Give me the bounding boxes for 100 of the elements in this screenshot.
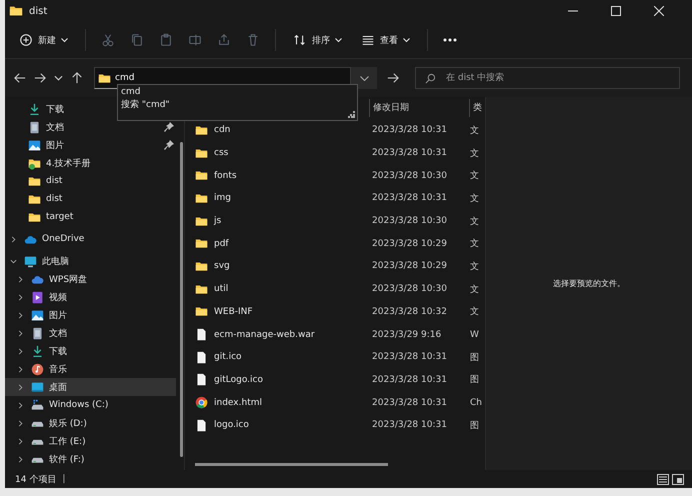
sidebar-item[interactable]: dist: [46, 176, 62, 186]
chevron-icon[interactable]: [17, 366, 24, 372]
go-arrow-icon[interactable]: [387, 72, 399, 84]
tree-item[interactable]: 图片: [49, 308, 67, 322]
chevron-icon[interactable]: [17, 420, 24, 426]
folder-icon: [28, 174, 41, 188]
table-cell-text: 2023/3/28 10:31: [372, 148, 448, 158]
file-name[interactable]: fonts: [214, 170, 237, 181]
file-name[interactable]: git.ico: [214, 352, 242, 362]
table-cell-text: 2023/3/28 10:30: [372, 170, 448, 181]
toolbar-button[interactable]: 排序: [291, 30, 344, 50]
table-cell-text: 图: [470, 352, 480, 364]
folder-icon: [9, 4, 23, 18]
toolbar-button[interactable]: 查看: [359, 30, 412, 50]
tree-item[interactable]: 娱乐 (D:): [49, 416, 87, 430]
table-cell-text: 文: [470, 124, 480, 137]
forward-icon[interactable]: [34, 72, 46, 84]
suggestion-item[interactable]: 搜索 "cmd": [121, 99, 354, 112]
chevron-icon[interactable]: [17, 348, 24, 354]
chevron-icon[interactable]: [17, 438, 24, 444]
file-name[interactable]: logo.ico: [214, 420, 249, 430]
details-view-icon[interactable]: [657, 474, 669, 484]
history-dropdown-button[interactable]: [351, 67, 377, 89]
chevron-icon[interactable]: [17, 312, 24, 318]
folder-icon: [195, 282, 208, 296]
sidebar-item[interactable]: 下载: [46, 102, 64, 116]
chevron-icon[interactable]: [10, 258, 17, 264]
sidebar-item[interactable]: 文档: [46, 120, 64, 134]
download-icon: [31, 344, 44, 358]
folder-icon: [195, 192, 208, 205]
tree-item[interactable]: 文档: [49, 326, 67, 340]
file-name[interactable]: gitLogo.ico: [214, 374, 263, 385]
file-name[interactable]: cdn: [214, 125, 230, 136]
sidebar-item[interactable]: 图片: [46, 138, 64, 152]
chevron-down-icon[interactable]: [54, 75, 63, 81]
file-name[interactable]: index.html: [214, 398, 262, 408]
chevron-icon[interactable]: [10, 236, 17, 242]
tree-item[interactable]: 下载: [49, 344, 67, 358]
column-header[interactable]: 修改日期: [368, 99, 470, 117]
tree-item[interactable]: 软件 (F:): [49, 452, 84, 466]
folder-check-icon: [28, 156, 41, 170]
status-separator: |: [62, 474, 66, 484]
file-name[interactable]: WEB-INF: [214, 306, 253, 317]
search-field[interactable]: 在 dist 中搜索: [415, 67, 680, 89]
file-name[interactable]: pdf: [214, 238, 229, 249]
close-icon[interactable]: [654, 6, 664, 16]
tree-item[interactable]: WPS网盘: [49, 272, 88, 286]
search-icon: [425, 73, 436, 84]
caret-icon: [403, 38, 410, 42]
chevron-icon[interactable]: [17, 330, 24, 336]
sidebar-item[interactable]: 4.技术手册: [46, 156, 91, 170]
scrollbar[interactable]: [180, 142, 183, 457]
file-name[interactable]: ecm-manage-web.war: [214, 330, 315, 340]
sidebar-item[interactable]: target: [46, 212, 74, 222]
file-name[interactable]: img: [214, 193, 231, 204]
chevron-icon[interactable]: [17, 276, 24, 282]
tree-item[interactable]: Windows (C:): [49, 400, 108, 410]
table-cell: Ch: [470, 398, 482, 408]
file-name[interactable]: svg: [214, 261, 230, 272]
download-icon: [28, 102, 41, 116]
tree-item[interactable]: 此电脑: [42, 254, 69, 268]
chevron-icon[interactable]: [17, 294, 24, 300]
suggestion-item[interactable]: cmd: [121, 86, 354, 99]
folder-icon: [195, 124, 208, 137]
chevron-icon[interactable]: [17, 456, 24, 462]
sort-arrows-icon: [293, 33, 307, 47]
drive-icon: [31, 398, 44, 412]
folder-icon: [98, 72, 111, 85]
file-name[interactable]: css: [214, 148, 228, 158]
folder-icon: [195, 260, 208, 273]
tree-item[interactable]: 音乐: [49, 362, 67, 376]
pin-icon[interactable]: [164, 140, 174, 150]
sidebar-item[interactable]: dist: [46, 194, 62, 204]
scrollbar[interactable]: [195, 463, 388, 466]
table-cell-text: 2023/3/28 10:31: [372, 398, 448, 408]
tree-item[interactable]: OneDrive: [42, 234, 84, 244]
toolbar-button[interactable]: 新建: [17, 30, 70, 50]
maximize-icon[interactable]: [611, 6, 621, 16]
table-cell-text: 2023/3/28 10:29: [372, 261, 448, 272]
tree-item[interactable]: 视频: [49, 290, 67, 304]
back-icon[interactable]: [14, 72, 26, 84]
tiles-view-icon[interactable]: [672, 474, 684, 484]
caret-icon: [61, 38, 68, 42]
tree-item[interactable]: 工作 (E:): [49, 434, 86, 448]
caret-icon: [335, 38, 342, 42]
table-cell-text: 2023/3/28 10:30: [372, 284, 448, 294]
more-icon[interactable]: [443, 38, 457, 42]
resize-grip-icon[interactable]: [348, 111, 355, 118]
up-icon[interactable]: [71, 72, 83, 84]
pin-icon[interactable]: [164, 122, 174, 132]
tree-item[interactable]: 桌面: [49, 380, 67, 394]
table-cell-text: 2023/3/28 10:31: [372, 374, 448, 385]
selected-row-highlight[interactable]: 桌面: [5, 378, 176, 396]
folder-icon: [195, 305, 208, 318]
file-name[interactable]: js: [214, 216, 222, 226]
chevron-icon[interactable]: [17, 402, 24, 408]
folder-icon: [195, 169, 208, 182]
chevron-icon[interactable]: [17, 384, 24, 390]
video-icon: [31, 290, 44, 304]
file-name[interactable]: util: [214, 284, 228, 294]
